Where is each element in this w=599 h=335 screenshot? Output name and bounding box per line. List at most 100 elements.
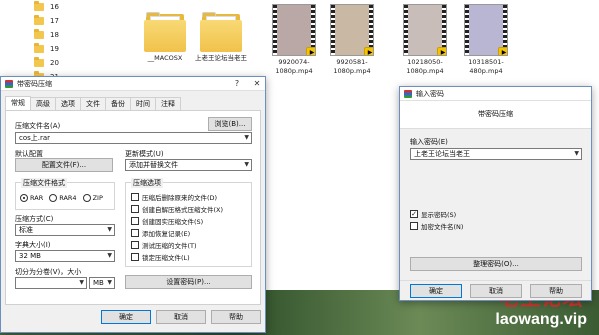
tab-4[interactable]: 备份 — [105, 97, 131, 110]
option-label: 添加恢复记录(E) — [142, 230, 191, 238]
password-input[interactable]: 上老王论坛当老王 ▼ — [410, 148, 582, 160]
option-checkbox[interactable]: 添加恢复记录(E) — [131, 228, 190, 238]
password-value: 上老王论坛当老王 — [414, 150, 470, 158]
tree-folder-item[interactable]: 19 — [34, 42, 59, 56]
chevron-down-icon: ▼ — [244, 134, 249, 141]
chevron-down-icon: ▼ — [107, 252, 112, 259]
checkbox-icon — [410, 222, 418, 230]
option-checkbox[interactable]: 锁定压缩文件(L) — [131, 252, 190, 262]
video-file-item[interactable]: ▶ 9920581-1080p.mp4 — [322, 4, 382, 76]
radio-icon — [20, 194, 28, 202]
folder-icon — [144, 12, 186, 52]
compress-dialog-title: 带密码压缩 — [17, 79, 52, 88]
organize-passwords-button[interactable]: 整理密码(O)... — [410, 257, 582, 271]
method-label: 压缩方式(C) — [15, 215, 54, 223]
folder-icon — [34, 57, 44, 67]
option-label: 测试压缩的文件(T) — [142, 242, 197, 250]
tree-folder-label: 20 — [50, 59, 59, 67]
winrar-icon — [404, 89, 412, 98]
close-icon[interactable]: ✕ — [249, 77, 265, 90]
split-unit-value: MB — [93, 279, 104, 287]
video-file-item[interactable]: ▶ 9920074-1080p.mp4 — [264, 4, 324, 76]
pw-help-button[interactable]: 帮助 — [530, 284, 582, 298]
cancel-button[interactable]: 取消 — [156, 310, 206, 324]
update-mode-value: 添加并替换文件 — [129, 161, 178, 169]
chevron-down-icon: ▼ — [107, 279, 112, 286]
tree-folder-item[interactable]: 16 — [34, 0, 59, 14]
tree-folder-item[interactable]: 17 — [34, 14, 59, 28]
checkbox-icon — [131, 193, 139, 201]
method-value: 标准 — [19, 226, 33, 234]
update-mode-select[interactable]: 添加并替换文件 ▼ — [125, 159, 252, 171]
tab-2[interactable]: 选项 — [55, 97, 81, 110]
folder-icon — [34, 1, 44, 11]
video-thumbnail: ▶ — [403, 4, 447, 56]
checkbox-icon — [131, 241, 139, 249]
tree-folder-item[interactable]: 18 — [34, 28, 59, 42]
video-file-item[interactable]: ▶ 10218050-1080p.mp4 — [395, 4, 455, 76]
browse-button[interactable]: 浏览(B)... — [208, 117, 252, 131]
tree-folder-label: 16 — [50, 3, 59, 11]
set-password-button[interactable]: 设置密码(P)... — [125, 275, 252, 289]
tab-1[interactable]: 高级 — [30, 97, 56, 110]
compress-tabs: 常规 高级 选项 文件 备份 时间 注释 — [5, 96, 181, 110]
play-icon: ▶ — [364, 47, 373, 55]
folder-icon — [34, 43, 44, 53]
format-radio[interactable]: ZIP — [82, 194, 103, 202]
folder-item[interactable]: __MACOSX — [135, 4, 195, 63]
video-thumbnail: ▶ — [272, 4, 316, 56]
video-thumbnail: ▶ — [464, 4, 508, 56]
option-checkbox[interactable]: 创建自解压格式压缩文件(X) — [131, 204, 223, 214]
pw-cancel-button[interactable]: 取消 — [470, 284, 522, 298]
tab-5[interactable]: 时间 — [130, 97, 156, 110]
pw-ok-button[interactable]: 确定 — [410, 284, 462, 298]
help-button[interactable]: 帮助 — [211, 310, 261, 324]
tree-folder-item[interactable]: 20 — [34, 56, 59, 70]
archive-name-input[interactable]: cos上.rar ▼ — [15, 132, 252, 144]
format-radio[interactable]: RAR — [20, 194, 43, 202]
format-radio[interactable]: RAR4 — [49, 194, 77, 202]
option-checkbox[interactable]: 创建固实压缩文件(S) — [131, 216, 203, 226]
format-group: 压缩文件格式 RAR RAR4 ZIP — [15, 178, 115, 210]
tab-3[interactable]: 文件 — [80, 97, 106, 110]
folder-item[interactable]: 上老王论坛当老王 — [191, 4, 251, 63]
file-name: 9920074-1080p.mp4 — [275, 58, 313, 75]
winrar-icon — [5, 79, 13, 88]
split-volumes-label: 切分为分卷(V)，大小 — [15, 268, 82, 276]
split-size-input[interactable]: ▼ — [15, 277, 87, 289]
pw-option-label: 显示密码(S) — [421, 211, 457, 219]
pw-option-checkbox[interactable]: ✓ 显示密码(S) — [410, 209, 456, 219]
split-unit-select[interactable]: MB ▼ — [89, 277, 115, 289]
tree-folder-label: 18 — [50, 31, 59, 39]
chevron-down-icon: ▼ — [574, 150, 579, 157]
option-label: 创建固实压缩文件(S) — [142, 218, 204, 226]
dict-size-label: 字典大小(I) — [15, 241, 51, 249]
tab-6[interactable]: 注释 — [155, 97, 181, 110]
password-dialog-header: 带密码压缩 — [400, 101, 591, 129]
tab-0[interactable]: 常规 — [5, 96, 31, 110]
archive-name-label: 压缩文件名(A) — [15, 122, 61, 130]
pw-option-checkbox[interactable]: 加密文件名(N) — [410, 221, 463, 231]
compress-dialog-titlebar: 带密码压缩 ? ✕ — [1, 77, 265, 91]
radio-icon — [49, 194, 58, 202]
dict-size-select[interactable]: 32 MB ▼ — [15, 250, 115, 262]
video-file-item[interactable]: ▶ 10318501-480p.mp4 — [456, 4, 516, 76]
folder-icon — [200, 12, 242, 52]
ok-button[interactable]: 确定 — [101, 310, 151, 324]
options-group: 压缩选项 压缩后删除原来的文件(D) 创建自解压格式压缩文件(X) 创建固实压缩文件… — [125, 178, 252, 267]
pw-option-label: 加密文件名(N) — [421, 223, 464, 231]
help-icon[interactable]: ? — [229, 77, 245, 90]
archive-name-value: cos上.rar — [19, 134, 51, 142]
option-checkbox[interactable]: 测试压缩的文件(T) — [131, 240, 197, 250]
watermark-url: laowang.vip — [495, 311, 587, 328]
file-name: 上老王论坛当老王 — [195, 54, 247, 62]
method-select[interactable]: 标准 ▼ — [15, 224, 115, 236]
config-file-button[interactable]: 配置文件(F)... — [15, 158, 113, 172]
option-checkbox[interactable]: 压缩后删除原来的文件(D) — [131, 192, 217, 202]
file-name: __MACOSX — [147, 54, 183, 62]
option-label: 锁定压缩文件(L) — [142, 254, 190, 262]
format-radio-label: RAR — [30, 194, 44, 202]
checkbox-icon — [131, 253, 139, 261]
password-dialog-title: 输入密码 — [416, 89, 444, 98]
play-icon: ▶ — [306, 47, 315, 55]
